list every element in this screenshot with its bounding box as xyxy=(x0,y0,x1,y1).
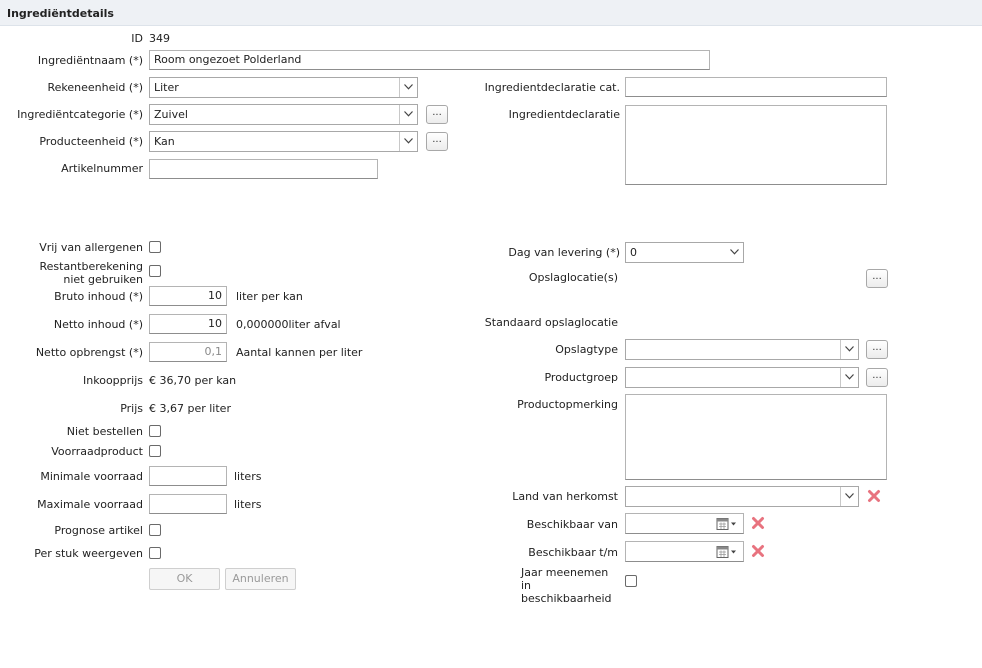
rekeneenheid-select[interactable]: Liter xyxy=(149,77,418,98)
panel-title: Ingrediëntdetails xyxy=(7,7,114,20)
allergenen-checkbox[interactable] xyxy=(149,241,161,253)
producteenheid-label: Producteenheid (*) xyxy=(39,135,143,148)
chevron-down-icon[interactable] xyxy=(840,368,858,387)
niet-bestellen-checkbox[interactable] xyxy=(149,425,161,437)
ingredient-name-label: Ingrediëntnaam (*) xyxy=(37,54,143,67)
decl-cat-label: Ingredientdeclaratie cat. xyxy=(484,81,620,94)
standaard-opslaglocatie-label: Standaard opslaglocatie xyxy=(484,316,618,329)
calendar-icon[interactable] xyxy=(716,545,738,559)
close-icon[interactable] xyxy=(751,516,765,530)
ok-button[interactable]: OK xyxy=(149,568,220,590)
chevron-down-icon[interactable] xyxy=(840,340,858,359)
ingredientcategorie-value: Zuivel xyxy=(154,108,188,121)
artikelnummer-label: Artikelnummer xyxy=(61,162,143,175)
netto-unit: 0,000000liter afval xyxy=(236,318,341,331)
voorraadproduct-checkbox[interactable] xyxy=(149,445,161,457)
land-label: Land van herkomst xyxy=(512,490,618,503)
max-voorraad-label: Maximale voorraad xyxy=(37,498,143,511)
producteenheid-select[interactable]: Kan xyxy=(149,131,418,152)
id-value: 349 xyxy=(149,32,170,45)
levering-select[interactable]: 0 xyxy=(625,242,744,263)
productgroep-label: Productgroep xyxy=(544,371,618,384)
ingredient-name-input[interactable]: Room ongezoet Polderland xyxy=(149,50,710,70)
land-select[interactable] xyxy=(625,486,859,507)
rekeneenheid-value: Liter xyxy=(154,81,179,94)
productgroep-select[interactable] xyxy=(625,367,859,388)
max-voorraad-input[interactable] xyxy=(149,494,227,514)
decl-cat-input[interactable] xyxy=(625,77,887,97)
chevron-down-icon[interactable] xyxy=(399,78,417,97)
decl-label: Ingredientdeclaratie xyxy=(508,108,620,121)
allergenen-label: Vrij van allergenen xyxy=(39,241,143,254)
levering-label: Dag van levering (*) xyxy=(508,246,620,259)
per-stuk-checkbox[interactable] xyxy=(149,547,161,559)
max-voorraad-unit: liters xyxy=(234,498,262,511)
prijs-label: Prijs xyxy=(120,402,143,415)
rekeneenheid-label: Rekeneenheid (*) xyxy=(47,81,144,94)
ingredientcategorie-label: Ingrediëntcategorie (*) xyxy=(17,108,143,121)
min-voorraad-unit: liters xyxy=(234,470,262,483)
close-icon[interactable] xyxy=(751,544,765,558)
jaar-meenemen-label: Jaar meenemen in beschikbaarheid xyxy=(521,566,612,605)
opslagtype-more-button[interactable]: ... xyxy=(866,340,888,359)
chevron-down-icon[interactable] xyxy=(840,487,858,506)
netto-input[interactable]: 10 xyxy=(149,314,227,334)
bruto-label: Bruto inhoud (*) xyxy=(54,290,143,303)
productgroep-more-button[interactable]: ... xyxy=(866,368,888,387)
opbrengst-input: 0,1 xyxy=(149,342,227,362)
inkoopprijs-value: € 36,70 per kan xyxy=(149,374,237,387)
beschikbaar-tm-label: Beschikbaar t/m xyxy=(528,546,618,559)
min-voorraad-input[interactable] xyxy=(149,466,227,486)
niet-bestellen-label: Niet bestellen xyxy=(66,425,143,438)
producteenheid-value: Kan xyxy=(154,135,175,148)
min-voorraad-label: Minimale voorraad xyxy=(40,470,143,483)
prognose-label: Prognose artikel xyxy=(54,524,143,537)
netto-label: Netto inhoud (*) xyxy=(53,318,143,331)
chevron-down-icon[interactable] xyxy=(399,105,417,124)
opslagtype-label: Opslagtype xyxy=(555,343,618,356)
productopmerking-textarea[interactable] xyxy=(625,394,887,480)
opslaglocaties-more-button[interactable]: ... xyxy=(866,269,888,288)
prognose-checkbox[interactable] xyxy=(149,524,161,536)
opslaglocaties-label: Opslaglocatie(s) xyxy=(528,271,618,284)
levering-value: 0 xyxy=(630,246,637,259)
ingredientcategorie-more-button[interactable]: ... xyxy=(426,105,448,124)
calendar-icon[interactable] xyxy=(716,517,738,531)
close-icon[interactable] xyxy=(867,489,881,503)
chevron-down-icon[interactable] xyxy=(726,243,743,262)
bruto-unit: liter per kan xyxy=(236,290,303,303)
opslagtype-select[interactable] xyxy=(625,339,859,360)
ingredientcategorie-select[interactable]: Zuivel xyxy=(149,104,418,125)
per-stuk-label: Per stuk weergeven xyxy=(34,547,143,560)
beschikbaar-van-label: Beschikbaar van xyxy=(526,518,618,531)
id-label: ID xyxy=(131,32,143,45)
restant-label: Restantberekening niet gebruiken xyxy=(39,260,143,286)
opbrengst-label: Netto opbrengst (*) xyxy=(35,346,143,359)
productopmerking-label: Productopmerking xyxy=(517,398,618,411)
opbrengst-unit: Aantal kannen per liter xyxy=(236,346,363,359)
voorraadproduct-label: Voorraadproduct xyxy=(51,445,143,458)
chevron-down-icon[interactable] xyxy=(399,132,417,151)
prijs-value: € 3,67 per liter xyxy=(149,402,231,415)
annuleren-button[interactable]: Annuleren xyxy=(225,568,296,590)
bruto-input[interactable]: 10 xyxy=(149,286,227,306)
panel-header: Ingrediëntdetails xyxy=(0,0,982,26)
restant-checkbox[interactable] xyxy=(149,265,161,277)
inkoopprijs-label: Inkoopprijs xyxy=(83,374,143,387)
producteenheid-more-button[interactable]: ... xyxy=(426,132,448,151)
jaar-meenemen-checkbox[interactable] xyxy=(625,575,637,587)
decl-textarea[interactable] xyxy=(625,105,887,185)
artikelnummer-input[interactable] xyxy=(149,159,378,179)
